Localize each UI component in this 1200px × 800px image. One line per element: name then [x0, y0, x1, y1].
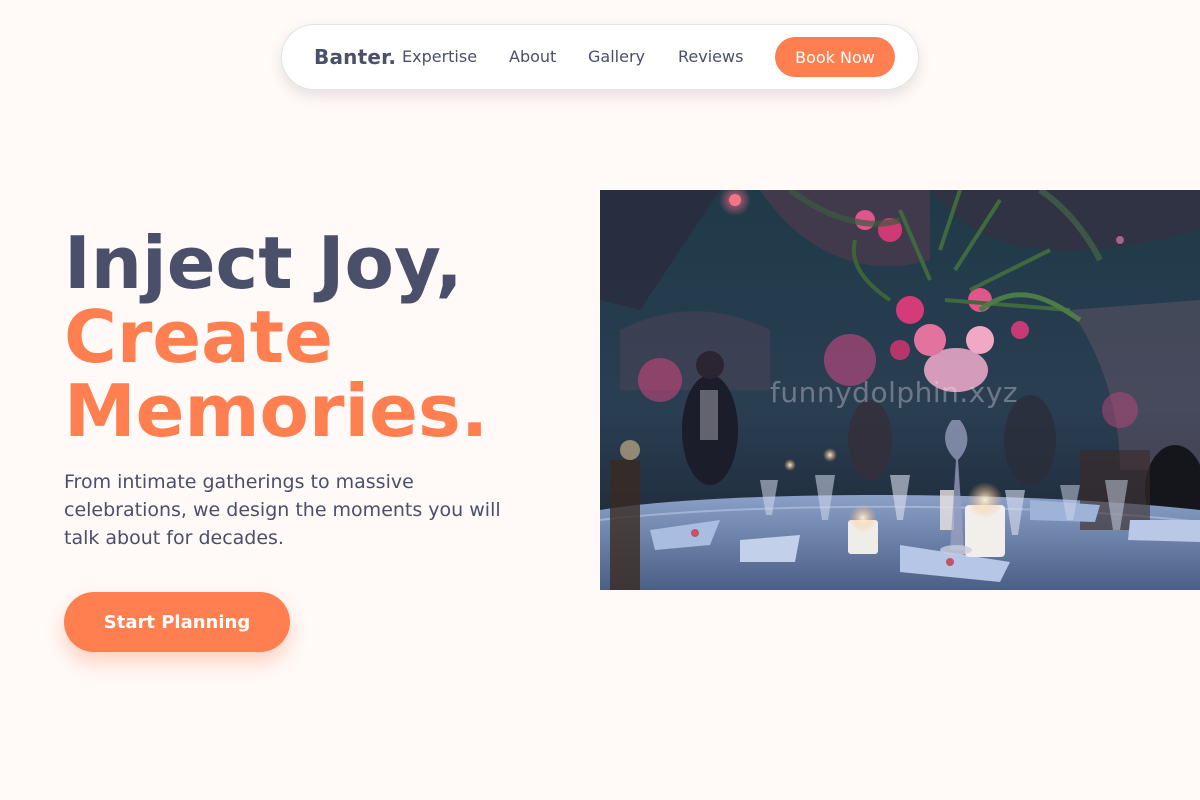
page: Banter. Expertise About Gallery Reviews …: [0, 0, 1200, 800]
top-nav: Banter. Expertise About Gallery Reviews …: [281, 24, 919, 90]
brand-logo[interactable]: Banter.: [314, 45, 396, 69]
nav-link-gallery[interactable]: Gallery: [588, 47, 645, 66]
hero-event-photo: funnydolphin.xyz: [600, 190, 1200, 590]
image-watermark: funnydolphin.xyz: [770, 376, 1019, 409]
start-planning-button[interactable]: Start Planning: [64, 592, 290, 652]
nav-link-reviews[interactable]: Reviews: [678, 47, 743, 66]
nav-link-about[interactable]: About: [509, 47, 556, 66]
hero-subtext: From intimate gatherings to massive cele…: [64, 471, 501, 549]
headline-line-2: Create: [64, 295, 334, 379]
headline-line-3: Memories.: [64, 369, 489, 453]
hero-headline: Inject Joy, Create Memories.: [64, 226, 488, 448]
nav-link-expertise[interactable]: Expertise: [402, 47, 477, 66]
headline-line-1: Inject Joy,: [64, 221, 463, 305]
book-now-button[interactable]: Book Now: [775, 37, 895, 77]
